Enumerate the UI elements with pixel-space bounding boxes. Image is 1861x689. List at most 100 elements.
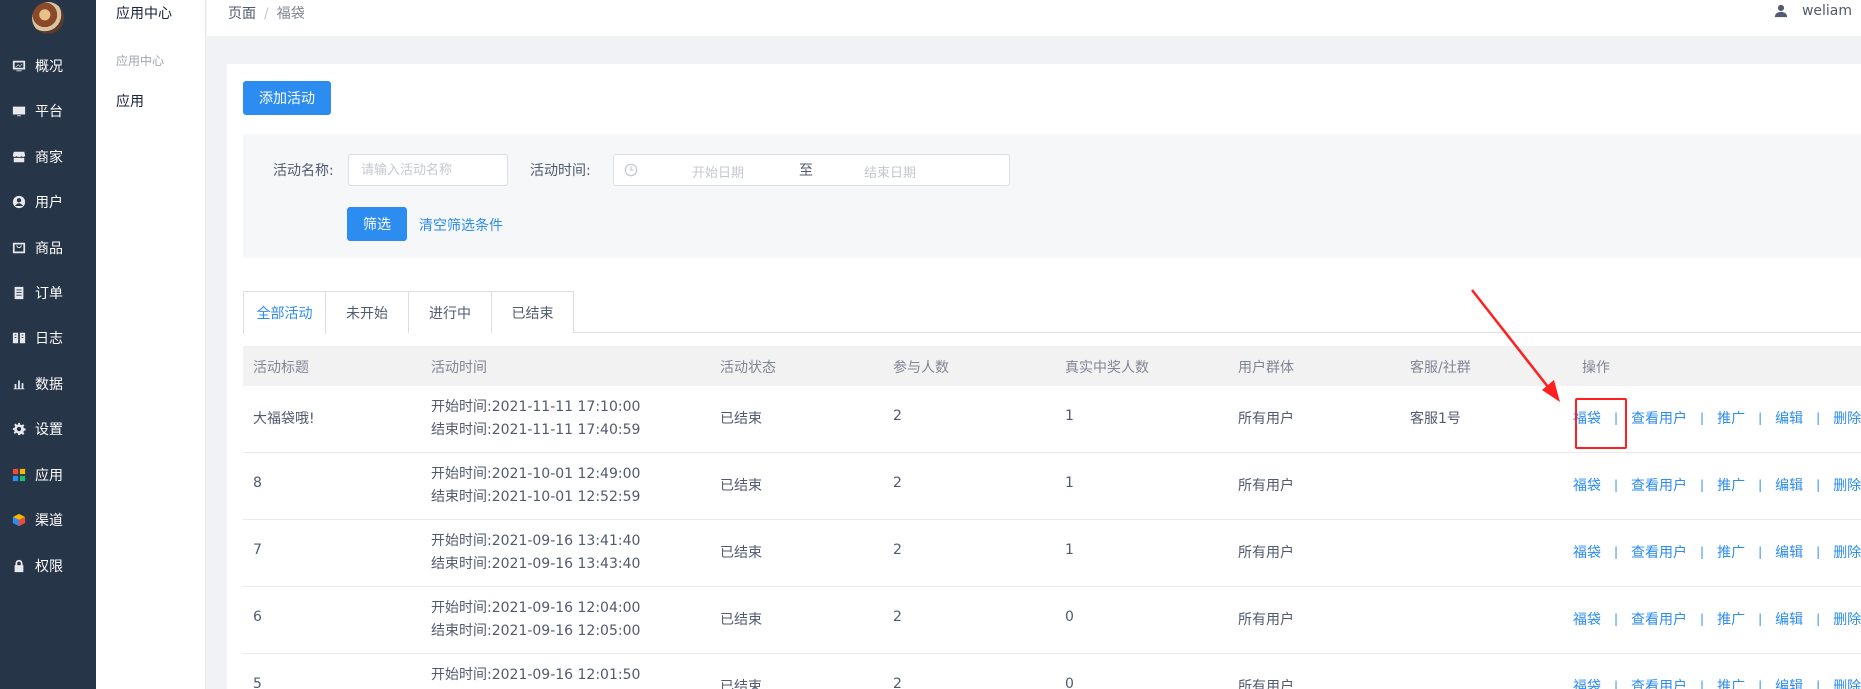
sidebar-item-users[interactable]: 用户 bbox=[0, 190, 96, 214]
edit-link[interactable]: 编辑 bbox=[1775, 676, 1803, 689]
sidebar-item-data[interactable]: 数据 bbox=[0, 372, 96, 396]
submenu-group-label: 应用中心 bbox=[116, 54, 165, 68]
table-row: 7 开始时间:2021-09-16 13:41:40 结束时间:2021-09-16… bbox=[243, 520, 1861, 587]
cell-status: 已结束 bbox=[720, 612, 762, 628]
start-date-placeholder[interactable]: 开始日期 bbox=[692, 162, 744, 181]
end-time: 结束时间:2021-09-16 13:43:40 bbox=[431, 556, 641, 572]
start-time: 开始时间:2021-09-16 12:04:00 bbox=[431, 600, 641, 616]
app-logo[interactable] bbox=[32, 2, 64, 34]
delete-link[interactable]: 删除 bbox=[1833, 408, 1861, 428]
table-row: 大福袋哦! 开始时间:2021-11-11 17:10:00 结束时间:2021-1… bbox=[243, 386, 1861, 453]
view-users-link[interactable]: 查看用户 bbox=[1631, 408, 1687, 428]
view-users-link[interactable]: 查看用户 bbox=[1631, 609, 1687, 629]
sidebar-item-goods[interactable]: 商品 bbox=[0, 236, 96, 260]
cell-participants: 2 bbox=[893, 676, 902, 689]
end-time: 结束时间:2021-11-11 17:40:59 bbox=[431, 422, 641, 438]
cell-title: 6 bbox=[253, 609, 262, 625]
delete-link[interactable]: 删除 bbox=[1833, 542, 1861, 562]
cell-user-group: 所有用户 bbox=[1238, 679, 1294, 689]
lucky-bag-link[interactable]: 福袋 bbox=[1573, 408, 1601, 428]
lucky-bag-link[interactable]: 福袋 bbox=[1573, 676, 1601, 689]
action-separator: | bbox=[1758, 612, 1763, 626]
promote-link[interactable]: 推广 bbox=[1717, 542, 1745, 562]
action-separator: | bbox=[1758, 411, 1763, 425]
sidebar-item-platform[interactable]: 平台 bbox=[0, 99, 96, 123]
delete-link[interactable]: 删除 bbox=[1833, 609, 1861, 629]
date-range-separator: 至 bbox=[799, 163, 813, 179]
lucky-bag-link[interactable]: 福袋 bbox=[1573, 609, 1601, 629]
action-separator: | bbox=[1816, 612, 1821, 626]
edit-link[interactable]: 编辑 bbox=[1775, 408, 1803, 428]
tab-not-started[interactable]: 未开始 bbox=[325, 291, 409, 333]
sidebar-item-overview[interactable]: 概况 bbox=[0, 54, 96, 78]
add-activity-button[interactable]: 添加活动 bbox=[243, 81, 331, 115]
username: weliam bbox=[1801, 3, 1852, 19]
tab-in-progress[interactable]: 进行中 bbox=[408, 291, 492, 333]
user-icon bbox=[1774, 4, 1788, 18]
submenu-item-apps[interactable]: 应用 bbox=[116, 91, 144, 111]
sidebar-item-merchant[interactable]: 商家 bbox=[0, 145, 96, 169]
cell-title: 5 bbox=[253, 676, 262, 689]
action-separator: | bbox=[1816, 679, 1821, 689]
action-separator: | bbox=[1614, 545, 1619, 559]
promote-link[interactable]: 推广 bbox=[1717, 408, 1745, 428]
action-separator: | bbox=[1700, 545, 1705, 559]
action-separator: | bbox=[1614, 478, 1619, 492]
promote-link[interactable]: 推广 bbox=[1717, 475, 1745, 495]
table-row: 6 开始时间:2021-09-16 12:04:00 结束时间:2021-09-16… bbox=[243, 587, 1861, 654]
tab-ended[interactable]: 已结束 bbox=[491, 291, 574, 333]
filter-submit-button[interactable]: 筛选 bbox=[347, 207, 407, 241]
row-actions: 福袋 | 查看用户 | 推广 | 编辑 | 删除 bbox=[1573, 408, 1861, 428]
tab-all[interactable]: 全部活动 bbox=[243, 291, 326, 334]
cell-status: 已结束 bbox=[720, 411, 762, 427]
start-time: 开始时间:2021-09-16 12:01:50 bbox=[431, 667, 641, 683]
view-users-link[interactable]: 查看用户 bbox=[1631, 542, 1687, 562]
main-sidebar: 概况 平台 商家 用户 商品 订单 日志 数据 设置 应用 渠道 权限 bbox=[0, 0, 96, 689]
lock-icon bbox=[12, 559, 26, 573]
sidebar-item-settings[interactable]: 设置 bbox=[0, 417, 96, 441]
delete-link[interactable]: 删除 bbox=[1833, 676, 1861, 689]
cell-participants: 2 bbox=[893, 475, 902, 491]
cell-time: 开始时间:2021-11-11 17:10:00 结束时间:2021-11-11 … bbox=[431, 396, 640, 442]
sidebar-item-permissions[interactable]: 权限 bbox=[0, 554, 96, 578]
sidebar-item-orders[interactable]: 订单 bbox=[0, 281, 96, 305]
lucky-bag-link[interactable]: 福袋 bbox=[1573, 542, 1601, 562]
sidebar-item-apps[interactable]: 应用 bbox=[0, 463, 96, 487]
cell-status: 已结束 bbox=[720, 545, 762, 561]
promote-link[interactable]: 推广 bbox=[1717, 609, 1745, 629]
sidebar-item-logs[interactable]: 日志 bbox=[0, 326, 96, 350]
cell-title: 7 bbox=[253, 542, 262, 558]
cell-participants: 2 bbox=[893, 408, 902, 424]
cell-participants: 2 bbox=[893, 609, 902, 625]
cell-service: 客服1号 bbox=[1410, 411, 1461, 427]
promote-link[interactable]: 推广 bbox=[1717, 676, 1745, 689]
monitor-icon bbox=[12, 104, 26, 118]
end-date-placeholder[interactable]: 结束日期 bbox=[864, 162, 916, 181]
cell-winners: 0 bbox=[1065, 676, 1074, 689]
table-row: 5 开始时间:2021-09-16 12:01:50 已结束 2 0 所有用户 福袋 | 查看用… bbox=[243, 654, 1861, 689]
clock-icon bbox=[624, 163, 638, 177]
date-range-picker[interactable]: 开始日期 至 结束日期 bbox=[613, 154, 1010, 186]
view-users-link[interactable]: 查看用户 bbox=[1631, 475, 1687, 495]
view-users-link[interactable]: 查看用户 bbox=[1631, 676, 1687, 689]
activity-name-input[interactable] bbox=[348, 154, 508, 186]
delete-link[interactable]: 删除 bbox=[1833, 475, 1861, 495]
lucky-bag-link[interactable]: 福袋 bbox=[1573, 475, 1601, 495]
breadcrumb-item-page[interactable]: 页面 bbox=[228, 6, 256, 22]
action-separator: | bbox=[1700, 679, 1705, 689]
clear-filters-link[interactable]: 清空筛选条件 bbox=[419, 215, 503, 235]
edit-link[interactable]: 编辑 bbox=[1775, 475, 1803, 495]
edit-link[interactable]: 编辑 bbox=[1775, 542, 1803, 562]
action-separator: | bbox=[1700, 478, 1705, 492]
user-menu[interactable]: weliam bbox=[1774, 3, 1852, 19]
sidebar-item-channels[interactable]: 渠道 bbox=[0, 508, 96, 532]
end-time: 结束时间:2021-09-16 12:05:00 bbox=[431, 623, 641, 639]
cell-user-group: 所有用户 bbox=[1238, 411, 1294, 427]
cell-user-group: 所有用户 bbox=[1238, 545, 1294, 561]
store-icon bbox=[12, 150, 26, 164]
cell-time: 开始时间:2021-09-16 13:41:40 结束时间:2021-09-16 … bbox=[431, 530, 640, 576]
column-header-time: 活动时间 bbox=[431, 360, 487, 376]
cell-winners: 1 bbox=[1065, 542, 1074, 558]
cell-participants: 2 bbox=[893, 542, 902, 558]
edit-link[interactable]: 编辑 bbox=[1775, 609, 1803, 629]
